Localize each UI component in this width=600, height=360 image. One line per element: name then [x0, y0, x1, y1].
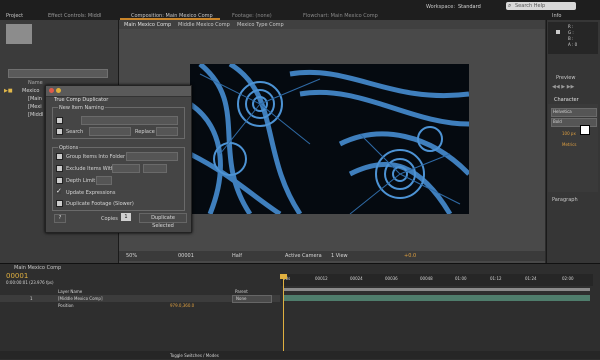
info-panel-tab[interactable]: Info	[552, 13, 561, 19]
comp-duplicator-dialog: True Comp Duplicator New Item Naming Sea…	[45, 85, 192, 233]
exclude-field-1[interactable]	[112, 164, 140, 173]
ruler-tick: 00024	[350, 276, 363, 281]
folder-name-field[interactable]	[126, 152, 178, 161]
copies-label: Copies	[101, 216, 118, 222]
current-time-indicator-head[interactable]	[280, 274, 287, 279]
dialog-titlebar	[46, 86, 191, 97]
depth-limit-field[interactable]	[96, 176, 112, 185]
info-line: R :	[568, 24, 574, 29]
font-style-value: Bold	[553, 119, 562, 124]
viewer-timecode[interactable]: 00001	[178, 253, 194, 259]
camera-dropdown[interactable]: Active Camera	[285, 253, 322, 259]
info-line: B :	[568, 36, 574, 41]
duplicate-footage-label: Duplicate Footage (Slower)	[66, 201, 134, 207]
layer-name-column-header: Layer Name	[58, 289, 83, 294]
font-size-value[interactable]: 100 px	[562, 131, 576, 136]
tab-flowchart[interactable]: Flowchart: Main Mexico Comp	[303, 13, 378, 19]
view-layout-dropdown[interactable]: 1 View	[331, 253, 348, 259]
parent-column-header: Parent	[235, 289, 248, 294]
layer-name[interactable]: [Middle Mexico Comp]	[58, 296, 103, 301]
project-folder-icon: ▶■	[4, 88, 13, 94]
fill-color-swatch[interactable]	[580, 125, 590, 135]
ruler-tick: 00012	[315, 276, 328, 281]
preview-controls-icon[interactable]: ◀◀ ▶ ▶▶	[552, 84, 574, 90]
project-item[interactable]: [Main	[28, 96, 42, 102]
project-column-name: Name	[28, 80, 43, 86]
property-name: Position	[58, 303, 74, 308]
update-expressions-checkbox[interactable]: ✓	[56, 188, 62, 195]
tracking-value[interactable]: Metrics	[562, 142, 577, 147]
update-expressions-label: Update Expressions	[66, 190, 116, 196]
current-time-indicator[interactable]	[283, 274, 284, 354]
comp-subtab[interactable]: Mexico Type Comp	[237, 22, 284, 28]
tab-effect-controls[interactable]: Effect Controls: Middl	[48, 13, 101, 19]
comp-subtab[interactable]: Middle Mexico Comp	[178, 22, 230, 28]
timeline-timecode[interactable]: 00001	[6, 272, 28, 280]
parent-value: None	[236, 296, 247, 301]
timeline-tab[interactable]: Main Mexico Comp	[14, 265, 61, 271]
copies-field[interactable]: 1	[121, 213, 131, 221]
fractal-artwork	[190, 64, 469, 214]
duplicate-selected-button[interactable]: Duplicate Selected	[139, 213, 187, 229]
comp-subtab[interactable]: Main Mexico Comp	[124, 22, 171, 28]
workspace-dropdown[interactable]: Standard	[458, 4, 481, 10]
layer-duration-bar[interactable]	[284, 295, 590, 301]
toggle-switches-modes[interactable]: Toggle Switches / Modes	[170, 353, 219, 358]
timeline-timecode-sub: 0:00:00:01 (23.976 fps)	[6, 280, 54, 285]
zoom-dropdown[interactable]: 50%	[126, 253, 137, 259]
workspace-label: Workspace:	[426, 4, 456, 10]
duplicate-footage-checkbox[interactable]	[56, 200, 63, 207]
exposure-value[interactable]: +0.0	[404, 253, 416, 259]
preview-panel-tab[interactable]: Preview	[556, 75, 575, 81]
ruler-tick: 00036	[385, 276, 398, 281]
search-help-placeholder: Search Help	[515, 3, 546, 9]
search-icon: ⌕	[508, 2, 512, 9]
group-items-checkbox[interactable]	[56, 153, 63, 160]
search-label: Search	[66, 129, 84, 135]
search-field[interactable]	[89, 127, 131, 136]
work-area-bar[interactable]	[284, 288, 590, 291]
exclude-items-checkbox[interactable]	[56, 165, 63, 172]
layer-index: 1	[30, 296, 33, 301]
character-panel-tab[interactable]: Character	[554, 97, 579, 103]
info-line: G :	[568, 30, 574, 35]
search-help-input[interactable]: ⌕ Search Help	[506, 2, 576, 10]
close-icon[interactable]	[49, 88, 54, 93]
info-line: A : 0	[568, 42, 578, 47]
options-label: Options	[58, 145, 80, 151]
ruler-tick: 01:12	[490, 276, 502, 281]
paragraph-panel-tab[interactable]: Paragraph	[552, 197, 578, 203]
project-search-input[interactable]	[8, 69, 108, 78]
ruler-tick: 01:24	[525, 276, 537, 281]
timeline-footer	[0, 351, 600, 359]
property-value[interactable]: 979.0,360.0	[170, 303, 194, 308]
exclude-field-2[interactable]	[143, 164, 167, 173]
naming-prefix-field[interactable]	[81, 116, 178, 125]
naming-checkbox[interactable]	[56, 117, 63, 124]
ruler-tick: 02:00	[562, 276, 574, 281]
color-swatch	[556, 30, 560, 34]
ruler-tick: 01:00	[455, 276, 467, 281]
depth-limit-checkbox[interactable]	[56, 177, 63, 184]
exclude-items-label: Exclude Items With	[66, 166, 115, 172]
tab-project[interactable]: Project	[6, 13, 23, 19]
ruler-tick: 00048	[420, 276, 433, 281]
replace-field[interactable]	[156, 127, 178, 136]
group-items-label: Group Items Into Folder	[66, 154, 126, 160]
project-item[interactable]: Mexico	[22, 88, 39, 94]
project-thumbnail	[6, 24, 32, 44]
project-item[interactable]: [Mexi	[28, 104, 42, 110]
new-item-naming-label: New Item Naming	[58, 105, 105, 111]
dialog-title: True Comp Duplicator	[54, 97, 109, 103]
font-family-value: Helvetica	[553, 109, 572, 114]
resolution-dropdown[interactable]: Half	[232, 253, 242, 259]
depth-limit-label: Depth Limit	[66, 178, 96, 184]
project-item[interactable]: [Middl	[28, 112, 43, 118]
minimize-icon[interactable]	[56, 88, 61, 93]
tab-footage[interactable]: Footage: (none)	[232, 13, 272, 19]
search-checkbox[interactable]	[56, 128, 63, 135]
replace-label: Replace	[135, 129, 155, 135]
help-button[interactable]: ?	[54, 214, 66, 223]
composition-canvas[interactable]	[190, 64, 469, 214]
